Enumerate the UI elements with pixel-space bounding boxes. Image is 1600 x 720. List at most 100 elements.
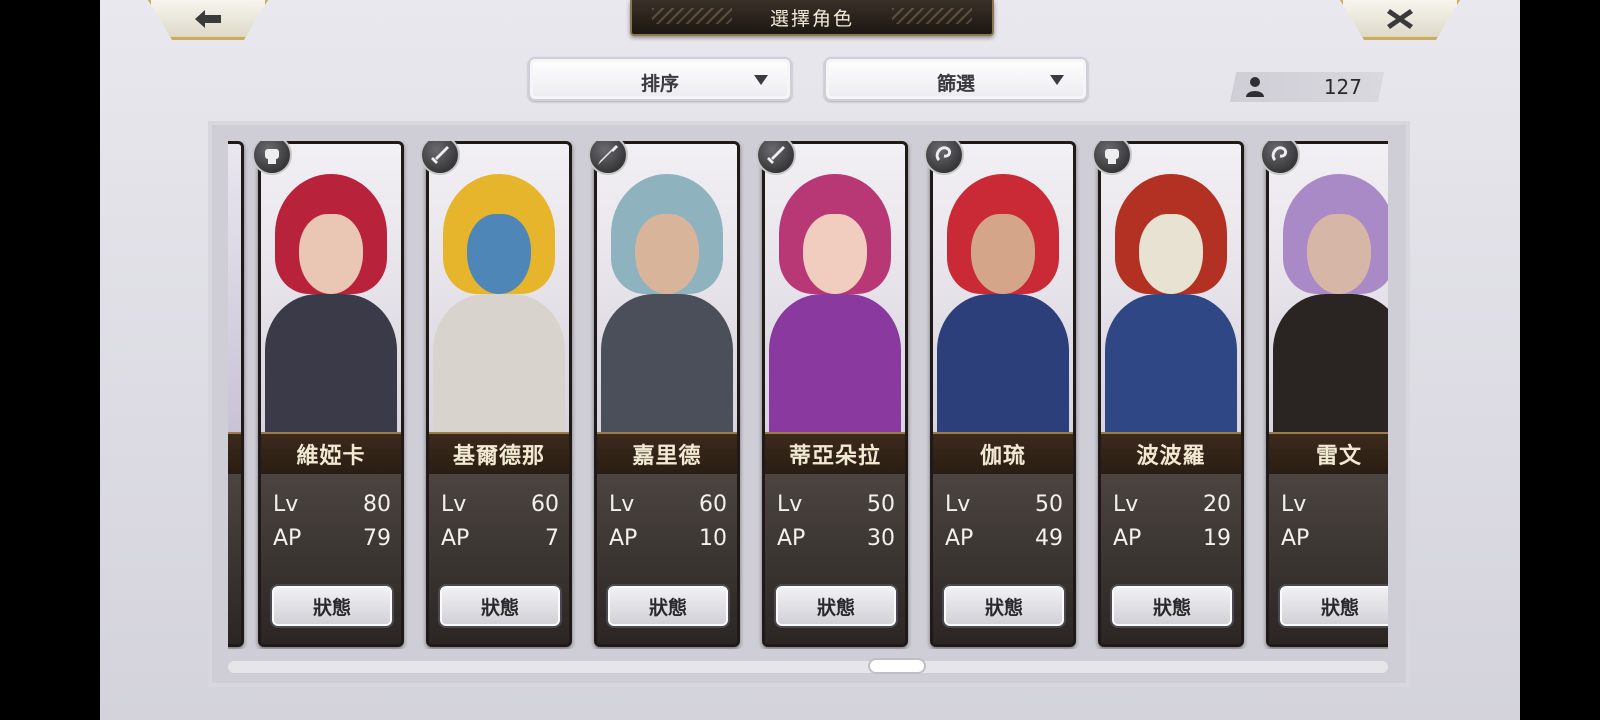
character-portrait <box>1269 144 1388 434</box>
ap-row: AP 19 <box>1113 526 1231 556</box>
card-stats <box>228 474 241 644</box>
level-value: 50 <box>1035 492 1063 517</box>
ap-value: 19 <box>1203 526 1231 551</box>
character-portrait <box>429 144 569 434</box>
status-button[interactable]: 狀態 <box>1110 584 1234 628</box>
portrait-body <box>937 294 1069 434</box>
filter-dropdown[interactable]: 篩選 <box>824 57 1088 101</box>
ap-label: AP <box>945 526 974 551</box>
character-count-badge: 127 <box>1230 72 1384 102</box>
level-label: Lv <box>777 492 803 517</box>
character-portrait <box>261 144 401 434</box>
ap-value: 79 <box>363 526 391 551</box>
back-button[interactable] <box>148 0 268 40</box>
card-frame: 蒂亞朵拉 Lv 50 AP 30 <box>762 141 908 647</box>
status-button[interactable]: 狀態 <box>438 584 562 628</box>
character-card[interactable]: 伽琉 Lv 50 AP 49 狀態 <box>924 141 1076 647</box>
character-card[interactable]: 波波羅 Lv 20 AP 19 狀態 <box>1092 141 1244 647</box>
card-frame: 嘉里德 Lv 60 AP 10 <box>594 141 740 647</box>
ap-label: AP <box>441 526 470 551</box>
character-name: 維婭卡 <box>261 432 401 476</box>
card-portrait <box>228 144 241 432</box>
ap-row: AP 79 <box>273 526 391 556</box>
level-value: 20 <box>1203 492 1231 517</box>
character-count: 127 <box>1323 75 1362 99</box>
card-frame: 維婭卡 Lv 80 AP 79 <box>258 141 404 647</box>
ap-label: AP <box>609 526 638 551</box>
ap-row: AP 7 <box>441 526 559 556</box>
portrait-face <box>803 214 867 294</box>
level-label: Lv <box>945 492 971 517</box>
level-label: Lv <box>273 492 299 517</box>
ap-value: 10 <box>699 526 727 551</box>
portrait-face <box>467 214 531 294</box>
sort-dropdown[interactable]: 排序 <box>528 57 792 101</box>
character-card-partial[interactable] <box>228 141 244 647</box>
portrait-face <box>1139 214 1203 294</box>
scrollbar-thumb[interactable] <box>868 658 926 674</box>
filter-label: 篩選 <box>936 73 975 95</box>
card-frame: 基爾德那 Lv 60 AP 7 <box>426 141 572 647</box>
level-row: Lv 50 <box>777 492 895 522</box>
portrait-face <box>299 214 363 294</box>
portrait-body <box>433 294 565 434</box>
status-button[interactable]: 狀態 <box>942 584 1066 628</box>
portrait-face <box>635 214 699 294</box>
character-card[interactable]: 嘉里德 Lv 60 AP 10 狀態 <box>588 141 740 647</box>
title-ornament-right <box>892 8 972 24</box>
ap-row: AP 10 <box>609 526 727 556</box>
ap-value: 7 <box>545 526 559 551</box>
character-name: 波波羅 <box>1101 432 1241 476</box>
character-list-panel: 維婭卡 Lv 80 AP 79 狀態 基爾德那 Lv 60 AP 7 狀態 嘉里… <box>208 121 1410 687</box>
level-row: Lv <box>1281 492 1388 522</box>
horizontal-scrollbar[interactable] <box>228 658 1388 674</box>
character-portrait <box>933 144 1073 434</box>
level-row: Lv 20 <box>1113 492 1231 522</box>
ap-row: AP <box>1281 526 1388 556</box>
character-card[interactable]: 蒂亞朵拉 Lv 50 AP 30 狀態 <box>756 141 908 647</box>
character-name: 雷文 <box>1269 432 1388 476</box>
level-row: Lv 80 <box>273 492 391 522</box>
portrait-face <box>1307 214 1371 294</box>
portrait-face <box>971 214 1035 294</box>
title-ornament-left <box>652 8 732 24</box>
character-cards-viewport[interactable]: 維婭卡 Lv 80 AP 79 狀態 基爾德那 Lv 60 AP 7 狀態 嘉里… <box>228 141 1388 649</box>
status-button[interactable]: 狀態 <box>774 584 898 628</box>
chevron-down-icon <box>1050 75 1064 85</box>
level-value: 60 <box>531 492 559 517</box>
ap-label: AP <box>777 526 806 551</box>
character-card[interactable]: 雷文 Lv AP 狀態 <box>1260 141 1388 647</box>
page-title: 選擇角色 <box>769 7 854 30</box>
character-card[interactable]: 基爾德那 Lv 60 AP 7 狀態 <box>420 141 572 647</box>
level-label: Lv <box>1113 492 1139 517</box>
ap-value: 49 <box>1035 526 1063 551</box>
status-button[interactable]: 狀態 <box>270 584 394 628</box>
character-portrait <box>765 144 905 434</box>
card-frame: 波波羅 Lv 20 AP 19 <box>1098 141 1244 647</box>
character-name: 伽琉 <box>933 432 1073 476</box>
portrait-body <box>1105 294 1237 434</box>
card-frame: 雷文 Lv AP <box>1266 141 1388 647</box>
portrait-body <box>601 294 733 434</box>
character-name: 嘉里德 <box>597 432 737 476</box>
chevron-down-icon <box>754 75 768 85</box>
card-frame: 伽琉 Lv 50 AP 49 <box>930 141 1076 647</box>
ap-label: AP <box>1281 526 1310 551</box>
card-frame <box>228 141 244 647</box>
level-value: 60 <box>699 492 727 517</box>
status-button[interactable]: 狀態 <box>606 584 730 628</box>
level-value: 50 <box>867 492 895 517</box>
level-label: Lv <box>1281 492 1307 517</box>
character-portrait <box>1101 144 1241 434</box>
close-button[interactable] <box>1340 0 1460 40</box>
ap-value: 30 <box>867 526 895 551</box>
arrow-left-icon <box>195 9 221 28</box>
ap-row: AP 49 <box>945 526 1063 556</box>
ap-label: AP <box>1113 526 1142 551</box>
sort-label: 排序 <box>640 73 679 95</box>
status-button[interactable]: 狀態 <box>1278 584 1388 628</box>
portrait-body <box>769 294 901 434</box>
character-name: 蒂亞朵拉 <box>765 432 905 476</box>
person-icon <box>1246 77 1264 97</box>
character-card[interactable]: 維婭卡 Lv 80 AP 79 狀態 <box>252 141 404 647</box>
